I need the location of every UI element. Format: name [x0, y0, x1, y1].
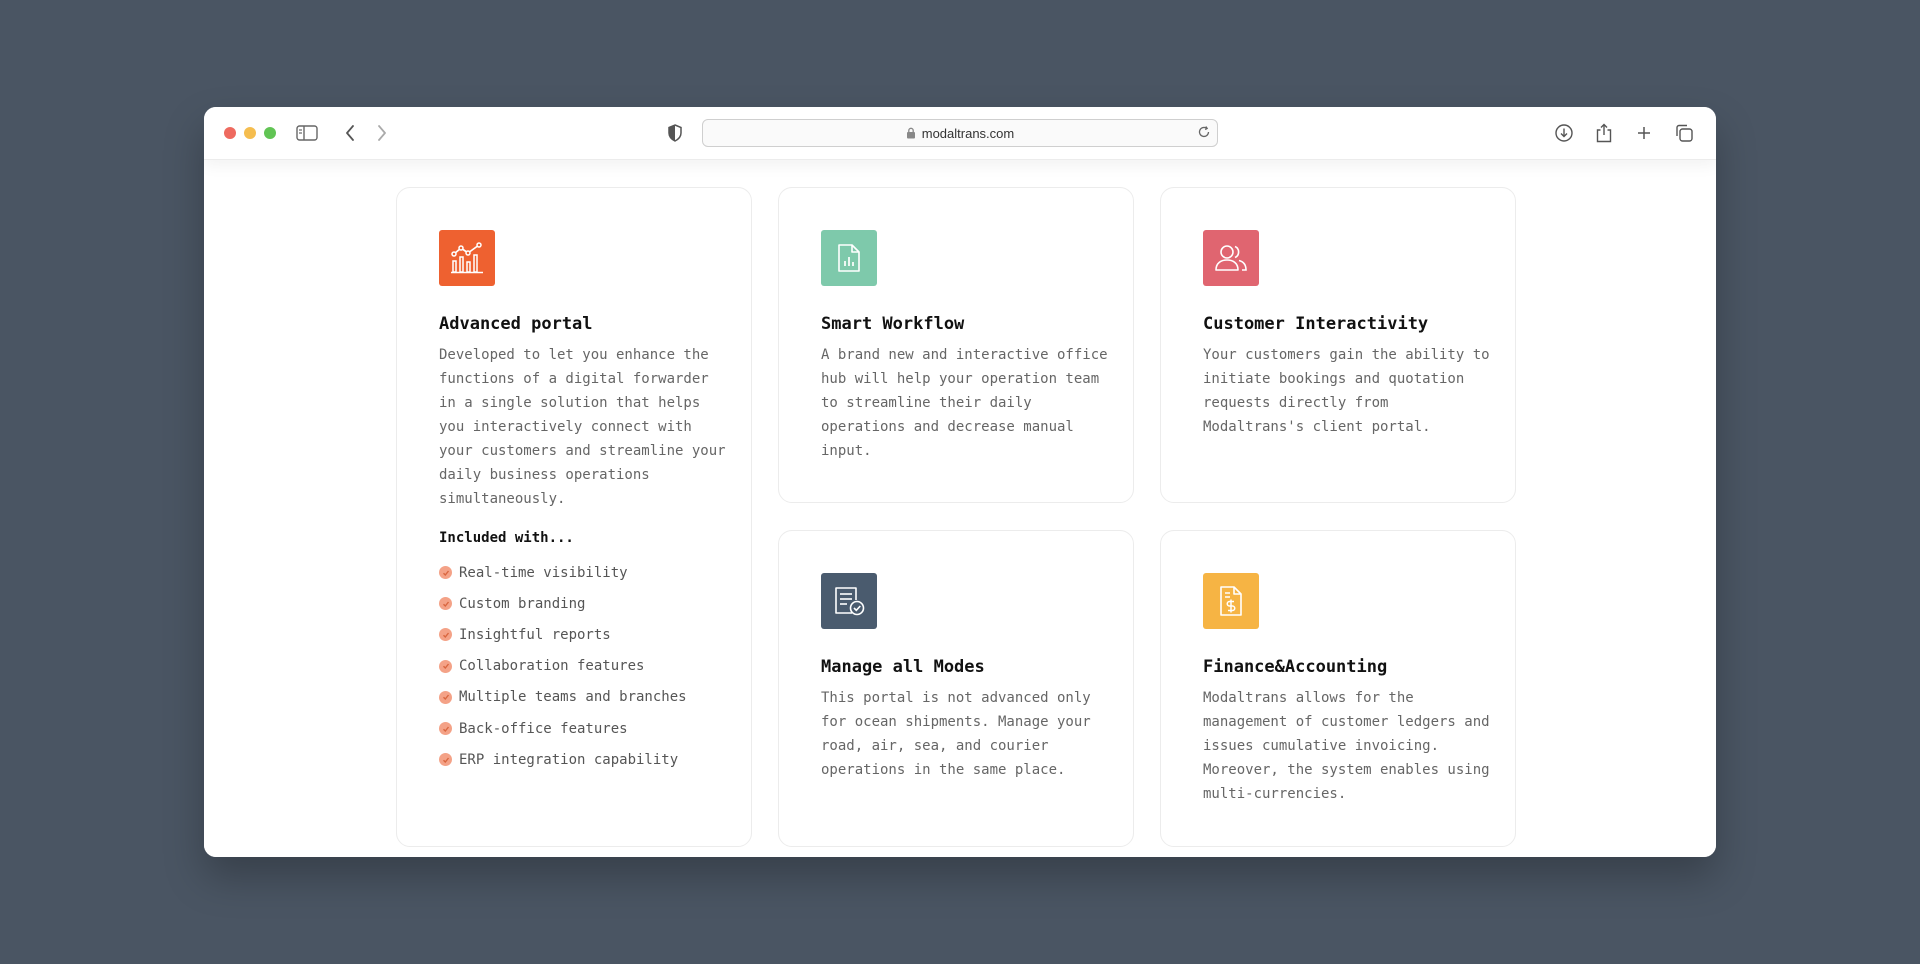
- invoice-dollar-icon: [1203, 573, 1259, 629]
- check-icon: [439, 722, 452, 736]
- check-icon: [439, 659, 452, 673]
- feature-label: Real-time visibility: [459, 564, 628, 581]
- card-title: Smart Workflow: [821, 314, 965, 334]
- feature-item: ERP integration capability: [439, 744, 687, 775]
- card-description: Modaltrans allows for the management of …: [1203, 690, 1490, 802]
- feature-list: Real-time visibility Custom branding Ins…: [439, 557, 687, 775]
- card-description: Developed to let you enhance the functio…: [439, 347, 726, 507]
- back-icon[interactable]: [338, 121, 362, 145]
- document-chart-icon: [821, 230, 877, 286]
- lock-icon: [906, 127, 916, 139]
- card-title: Manage all Modes: [821, 657, 985, 677]
- card-customer-interactivity: Customer Interactivity Your customers ga…: [1160, 187, 1516, 503]
- card-smart-workflow: Smart Workflow A brand new and interacti…: [778, 187, 1134, 503]
- maximize-window-button[interactable]: [264, 127, 276, 139]
- new-tab-icon[interactable]: [1632, 121, 1656, 145]
- tab-overview-icon[interactable]: [1672, 121, 1696, 145]
- feature-item: Insightful reports: [439, 619, 687, 650]
- chart-icon: [439, 230, 495, 286]
- card-title: Advanced portal: [439, 314, 593, 334]
- page-content: Advanced portal Developed to let you enh…: [204, 159, 1716, 857]
- url-text: modaltrans.com: [921, 125, 1015, 141]
- downloads-icon[interactable]: [1552, 121, 1576, 145]
- feature-label: Back-office features: [459, 720, 628, 737]
- browser-window: modaltrans.com Advanced portal Developed…: [204, 107, 1716, 857]
- privacy-shield-icon[interactable]: [663, 121, 687, 145]
- users-icon: [1203, 230, 1259, 286]
- check-icon: [439, 566, 452, 580]
- included-heading: Included with...: [439, 530, 574, 546]
- forward-icon[interactable]: [370, 121, 394, 145]
- feature-item: Real-time visibility: [439, 557, 687, 588]
- feature-label: Custom branding: [459, 595, 586, 612]
- minimize-window-button[interactable]: [244, 127, 256, 139]
- check-icon: [439, 628, 452, 642]
- feature-item: Multiple teams and branches: [439, 682, 687, 713]
- card-advanced-portal: Advanced portal Developed to let you enh…: [396, 187, 752, 847]
- feature-label: Multiple teams and branches: [459, 689, 687, 706]
- card-title: Customer Interactivity: [1203, 314, 1429, 334]
- address-bar[interactable]: modaltrans.com: [702, 119, 1218, 147]
- browser-toolbar: modaltrans.com: [204, 107, 1716, 160]
- feature-item: Back-office features: [439, 713, 687, 744]
- feature-label: Collaboration features: [459, 658, 645, 675]
- card-description: Your customers gain the ability to initi…: [1203, 347, 1490, 435]
- check-icon: [439, 597, 452, 611]
- sidebar-toggle-icon[interactable]: [295, 121, 319, 145]
- document-check-icon: [821, 573, 877, 629]
- check-icon: [439, 753, 452, 767]
- share-icon[interactable]: [1592, 121, 1616, 145]
- card-description: This portal is not advanced only for oce…: [821, 690, 1091, 778]
- feature-label: ERP integration capability: [459, 751, 679, 768]
- check-icon: [439, 690, 452, 704]
- reload-icon[interactable]: [1197, 125, 1211, 139]
- close-window-button[interactable]: [224, 127, 236, 139]
- card-manage-all-modes: Manage all Modes This portal is not adva…: [778, 530, 1134, 847]
- card-title: Finance&Accounting: [1203, 657, 1388, 677]
- feature-label: Insightful reports: [459, 626, 611, 643]
- feature-item: Custom branding: [439, 588, 687, 619]
- feature-item: Collaboration features: [439, 651, 687, 682]
- card-finance-accounting: Finance&Accounting Modaltrans allows for…: [1160, 530, 1516, 847]
- card-description: A brand new and interactive office hub w…: [821, 347, 1108, 459]
